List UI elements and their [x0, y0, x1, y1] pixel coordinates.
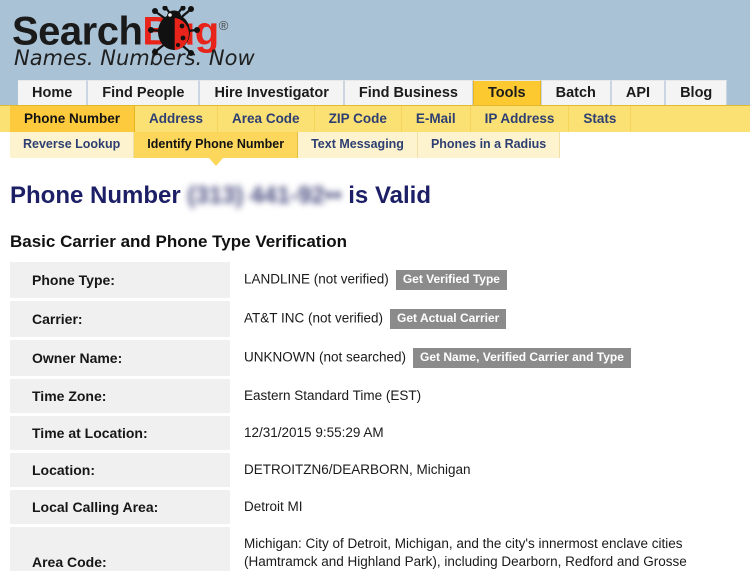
row-value: DETROITZN6/DEARBORN, Michigan	[230, 453, 740, 490]
value-text: Detroit MI	[244, 499, 303, 514]
row-value: 12/31/2015 9:55:29 AM	[230, 416, 740, 453]
table-row: Area Code: Michigan: City of Detroit, Mi…	[10, 527, 740, 571]
subnav-item-stats[interactable]: Stats	[569, 106, 632, 132]
site-header: SearchBug® Names. Numbers. Now	[0, 0, 750, 78]
toolnav-item-text-messaging[interactable]: Text Messaging	[298, 132, 418, 158]
nav-item-find-business[interactable]: Find Business	[343, 80, 473, 105]
row-value: LANDLINE (not verified) Get Verified Type	[230, 262, 740, 301]
nav-item-find-people[interactable]: Find People	[87, 80, 200, 105]
toolnav-item-phones-in-a-radius[interactable]: Phones in a Radius	[417, 132, 561, 158]
row-value: AT&T INC (not verified) Get Actual Carrie…	[230, 301, 740, 340]
subnav-item-email[interactable]: E-Mail	[402, 106, 471, 132]
nav-item-blog[interactable]: Blog	[665, 80, 728, 105]
get-verified-type-button[interactable]: Get Verified Type	[395, 270, 507, 290]
table-row: Location: DETROITZN6/DEARBORN, Michigan	[10, 453, 740, 490]
value-text: UNKNOWN (not searched)	[244, 349, 407, 365]
page-title: Phone Number (313) 441-92•• is Valid	[10, 182, 750, 210]
subnav-item-area-code[interactable]: Area Code	[218, 106, 315, 132]
nav-item-hire-investigator[interactable]: Hire Investigator	[199, 80, 344, 105]
subnav-item-address[interactable]: Address	[135, 106, 219, 132]
value-text: AT&T INC (not verified)	[244, 310, 384, 326]
toolnav-item-identify-phone-number[interactable]: Identify Phone Number	[134, 132, 299, 166]
get-name-verified-carrier-and-type-button[interactable]: Get Name, Verified Carrier and Type	[413, 348, 631, 368]
subnav-item-ip-address[interactable]: IP Address	[471, 106, 570, 132]
row-value: Eastern Standard Time (EST)	[230, 379, 740, 416]
table-row: Time at Location: 12/31/2015 9:55:29 AM	[10, 416, 740, 453]
value-text: 12/31/2015 9:55:29 AM	[244, 425, 384, 440]
row-label: Time Zone:	[10, 379, 230, 416]
value-text: LANDLINE (not verified)	[244, 271, 389, 287]
page-title-prefix: Phone Number	[10, 182, 181, 209]
primary-navigation: Home Find People Hire Investigator Find …	[0, 78, 750, 105]
redacted-phone-number: (313) 441-92••	[187, 182, 342, 209]
page-title-suffix: is Valid	[348, 182, 431, 209]
toolnav-item-reverse-lookup[interactable]: Reverse Lookup	[10, 132, 135, 158]
row-label: Location:	[10, 453, 230, 490]
nav-item-api[interactable]: API	[610, 80, 666, 105]
row-value: UNKNOWN (not searched) Get Name, Verified…	[230, 340, 740, 379]
subnav-item-zip-code[interactable]: ZIP Code	[315, 106, 402, 132]
row-label: Area Code:	[10, 527, 230, 571]
site-logo[interactable]: SearchBug® Names. Numbers. Now	[12, 4, 332, 74]
value-text: Eastern Standard Time (EST)	[244, 388, 422, 403]
table-row: Local Calling Area: Detroit MI	[10, 490, 740, 527]
nav-item-home[interactable]: Home	[18, 80, 88, 105]
section-heading: Basic Carrier and Phone Type Verificatio…	[10, 232, 347, 251]
row-value: Detroit MI	[230, 490, 740, 527]
row-label: Phone Type:	[10, 262, 230, 301]
logo-tagline: Names. Numbers. Now	[14, 46, 255, 70]
tertiary-navigation: Reverse Lookup Identify Phone Number Tex…	[0, 132, 750, 166]
nav-item-batch[interactable]: Batch	[540, 80, 611, 105]
row-label: Owner Name:	[10, 340, 230, 379]
value-text: Michigan: City of Detroit, Michigan, and…	[244, 536, 687, 569]
registered-trademark-icon: ®	[218, 18, 229, 33]
row-label: Local Calling Area:	[10, 490, 230, 527]
row-label: Carrier:	[10, 301, 230, 340]
table-row: Owner Name: UNKNOWN (not searched) Get Na…	[10, 340, 740, 379]
nav-item-tools[interactable]: Tools	[473, 80, 541, 105]
table-row: Carrier: AT&T INC (not verified) Get Actu…	[10, 301, 740, 340]
row-label: Time at Location:	[10, 416, 230, 453]
value-text: DETROITZN6/DEARBORN, Michigan	[244, 462, 471, 477]
table-row: Phone Type: LANDLINE (not verified) Get V…	[10, 262, 740, 301]
subnav-item-phone-number[interactable]: Phone Number	[10, 106, 136, 132]
verification-details-table: Phone Type: LANDLINE (not verified) Get V…	[10, 262, 740, 571]
row-value: Michigan: City of Detroit, Michigan, and…	[230, 527, 740, 571]
get-actual-carrier-button[interactable]: Get Actual Carrier	[390, 309, 507, 329]
secondary-navigation: Phone Number Address Area Code ZIP Code …	[0, 105, 750, 132]
main-content: Phone Number (313) 441-92•• is Valid Bas…	[0, 182, 750, 571]
table-row: Time Zone: Eastern Standard Time (EST)	[10, 379, 740, 416]
